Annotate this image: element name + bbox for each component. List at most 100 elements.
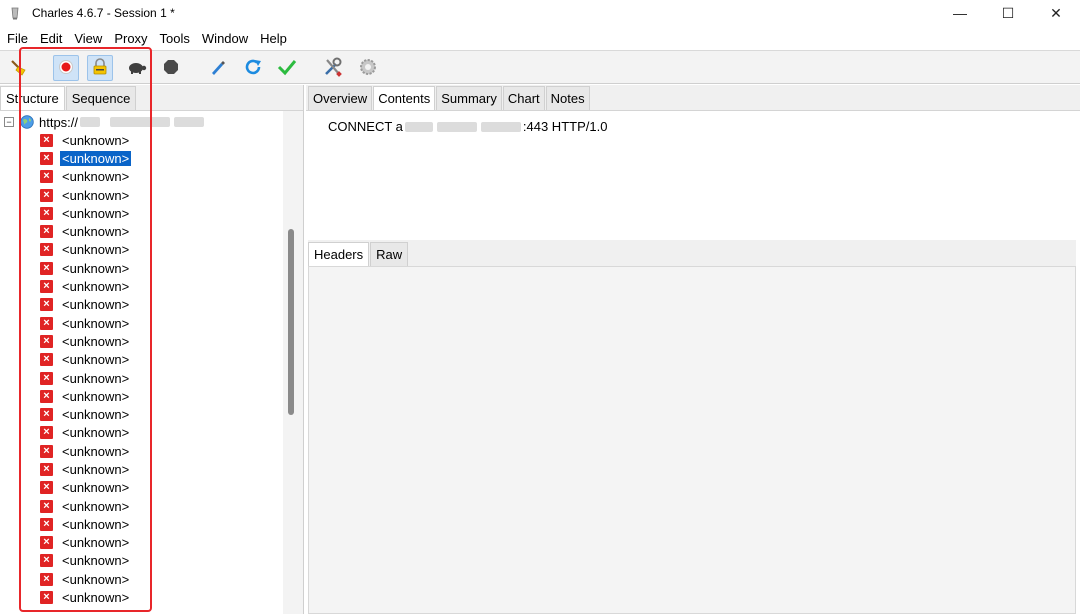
turtle-icon xyxy=(127,59,147,78)
validate-button[interactable] xyxy=(274,55,300,81)
menu-view[interactable]: View xyxy=(73,31,103,46)
tree-row[interactable]: × <unknown> xyxy=(40,570,131,588)
error-x-icon: × xyxy=(40,536,53,550)
throttle-button[interactable] xyxy=(124,55,150,81)
menu-tools[interactable]: Tools xyxy=(159,31,191,46)
details-panel: Overview Contents Summary Chart Notes CO… xyxy=(306,85,1080,614)
tree-row-label: <unknown> xyxy=(62,590,130,606)
stop-hexagon-icon xyxy=(163,59,179,78)
tree-row[interactable]: × <unknown> xyxy=(40,296,131,314)
maximize-button[interactable]: ☐ xyxy=(984,0,1032,26)
tab-structure[interactable]: Structure xyxy=(0,86,65,110)
error-x-icon: × xyxy=(40,298,53,312)
pen-icon xyxy=(209,58,227,79)
tree-row[interactable]: × <unknown> xyxy=(40,186,131,204)
menu-file[interactable]: File xyxy=(6,31,29,46)
menu-edit[interactable]: Edit xyxy=(39,31,63,46)
tree-row-label: <unknown> xyxy=(62,352,130,368)
tree-row-label: <unknown> xyxy=(62,132,130,148)
scrollbar-thumb[interactable] xyxy=(288,229,294,415)
error-x-icon: × xyxy=(40,261,53,275)
record-icon xyxy=(58,59,74,78)
tree-row[interactable]: × <unknown> xyxy=(40,314,131,332)
tree-row[interactable]: × <unknown> xyxy=(40,369,131,387)
tree-row[interactable]: × <unknown> xyxy=(40,222,131,240)
wrench-screwdriver-icon xyxy=(322,56,344,81)
request-content-area[interactable]: CONNECT a :443 HTTP/1.0 xyxy=(308,112,1076,240)
error-x-icon: × xyxy=(40,225,53,239)
tab-notes[interactable]: Notes xyxy=(545,86,590,110)
tree-row-label: <unknown> xyxy=(62,425,130,441)
tree-row[interactable]: × <unknown> xyxy=(40,241,131,259)
clear-session-button[interactable] xyxy=(6,55,32,81)
response-content-area[interactable] xyxy=(308,266,1076,614)
tree-row[interactable]: × <unknown> xyxy=(40,405,131,423)
error-x-icon: × xyxy=(40,316,53,330)
error-x-icon: × xyxy=(40,499,53,513)
tree-row[interactable]: × <unknown> xyxy=(40,497,131,515)
tree-row-label: <unknown> xyxy=(62,187,130,203)
tree-row-label: <unknown> xyxy=(62,205,130,221)
tree-row-label: <unknown> xyxy=(62,169,130,185)
error-x-icon: × xyxy=(40,591,53,605)
tree-row-label: <unknown> xyxy=(62,224,130,240)
menu-help[interactable]: Help xyxy=(259,31,288,46)
tree-row-label: <unknown> xyxy=(62,370,130,386)
settings-button[interactable] xyxy=(355,55,381,81)
tab-contents[interactable]: Contents xyxy=(373,86,436,110)
tree-row[interactable]: × <unknown> xyxy=(40,424,131,442)
tree-row-label: <unknown> xyxy=(62,498,130,514)
error-x-icon: × xyxy=(40,170,53,184)
collapse-expander[interactable]: − xyxy=(4,117,14,127)
menu-proxy[interactable]: Proxy xyxy=(113,31,148,46)
tab-sequence[interactable]: Sequence xyxy=(65,86,137,110)
minimize-button[interactable]: — xyxy=(936,0,984,26)
tree-row[interactable]: × <unknown> xyxy=(40,534,131,552)
tree-row[interactable]: × <unknown> xyxy=(40,552,131,570)
error-x-icon: × xyxy=(40,371,53,385)
menu-bar: File Edit View Proxy Tools Window Help xyxy=(0,27,1080,49)
tree-row[interactable]: × <unknown> xyxy=(40,131,131,149)
tree-row[interactable]: × <unknown> xyxy=(40,460,131,478)
compose-button[interactable] xyxy=(205,55,231,81)
tree-row-selected[interactable]: × <unknown> xyxy=(40,149,132,167)
tree-row-label: <unknown> xyxy=(62,388,130,404)
error-x-icon: × xyxy=(40,444,53,458)
tab-chart[interactable]: Chart xyxy=(502,86,545,110)
menu-window[interactable]: Window xyxy=(201,31,249,46)
tree-row[interactable]: × <unknown> xyxy=(40,259,131,277)
tree-row[interactable]: × <unknown> xyxy=(40,387,131,405)
tab-overview[interactable]: Overview xyxy=(308,86,373,110)
error-x-icon: × xyxy=(40,572,53,586)
tools-button[interactable] xyxy=(320,55,346,81)
tree-row[interactable]: × <unknown> xyxy=(40,204,131,222)
tree-row[interactable]: × <unknown> xyxy=(40,479,131,497)
error-x-icon: × xyxy=(40,188,53,202)
refresh-icon xyxy=(243,57,263,80)
request-line: CONNECT a :443 HTTP/1.0 xyxy=(328,119,607,134)
redacted-host-part xyxy=(174,117,205,127)
breakpoints-button[interactable] xyxy=(158,55,184,81)
error-x-icon: × xyxy=(40,206,53,220)
repeat-button[interactable] xyxy=(240,55,266,81)
tree-row-label: <unknown> xyxy=(62,443,130,459)
close-button[interactable]: ✕ xyxy=(1032,0,1080,26)
tree-row[interactable]: × <unknown> xyxy=(40,442,131,460)
error-x-icon: × xyxy=(40,408,53,422)
error-x-icon: × xyxy=(40,334,53,348)
tab-headers[interactable]: Headers xyxy=(308,242,370,266)
ssl-proxying-button[interactable] xyxy=(87,55,113,81)
tree-row[interactable]: × <unknown> xyxy=(40,588,131,606)
tree-row[interactable]: × <unknown> xyxy=(40,351,131,369)
tab-raw[interactable]: Raw xyxy=(370,242,409,266)
tab-summary[interactable]: Summary xyxy=(436,86,502,110)
tree-row[interactable]: × <unknown> xyxy=(40,515,131,533)
globe-icon xyxy=(20,115,34,129)
tree-row[interactable]: × <unknown> xyxy=(40,168,131,186)
tree-row[interactable]: × <unknown> xyxy=(40,277,131,295)
record-button[interactable] xyxy=(53,55,79,81)
tree-row[interactable]: × <unknown> xyxy=(40,332,131,350)
tree-root-host[interactable]: − https:// xyxy=(4,113,205,131)
tree-scrollbar[interactable] xyxy=(283,111,303,614)
redacted-host-part xyxy=(110,117,171,127)
